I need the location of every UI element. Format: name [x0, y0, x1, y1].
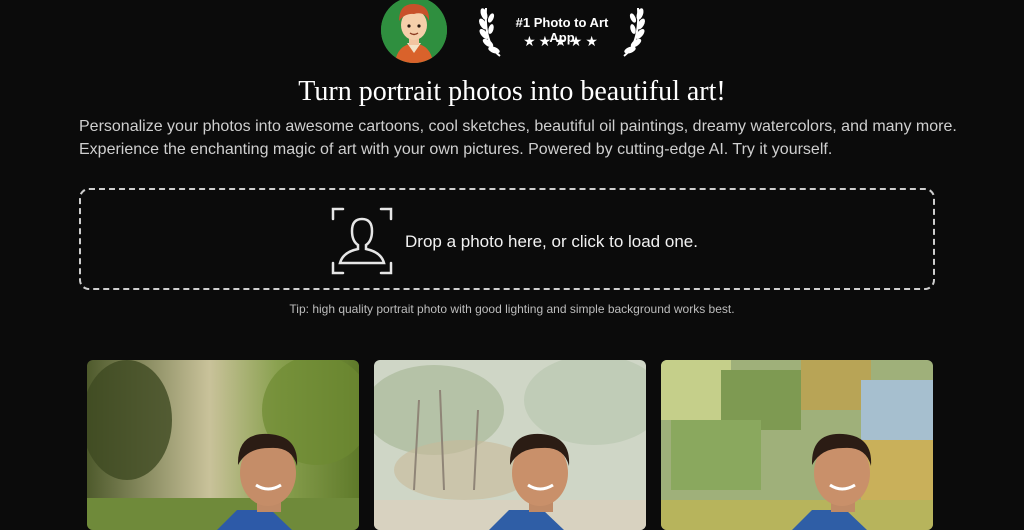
page-title: Turn portrait photos into beautiful art!: [298, 76, 726, 107]
header: #1 Photo to Art App ★★★★★: [0, 0, 1024, 68]
laurel-right-icon: [623, 7, 645, 57]
rating-stars: ★★★★★: [523, 33, 601, 49]
example-watercolor-card: [374, 360, 646, 530]
person-frame-icon: [331, 207, 393, 275]
example-photo-card: [87, 360, 359, 530]
cartoon-avatar-logo: [381, 0, 447, 63]
intro-line-2: Experience the enchanting magic of art w…: [79, 141, 833, 158]
award-badge: #1 Photo to Art App ★★★★★: [478, 2, 646, 58]
intro-description: Personalize your photos into awesome car…: [79, 115, 959, 161]
photo-dropzone[interactable]: Drop a photo here, or click to load one.: [79, 188, 935, 290]
intro-line-1: Personalize your photos into awesome car…: [79, 118, 957, 135]
tip-text: Tip: high quality portrait photo with go…: [289, 302, 735, 316]
laurel-left-icon: [479, 7, 501, 57]
dropzone-label: Drop a photo here, or click to load one.: [405, 232, 698, 251]
example-oil-painting-card: [661, 360, 933, 530]
